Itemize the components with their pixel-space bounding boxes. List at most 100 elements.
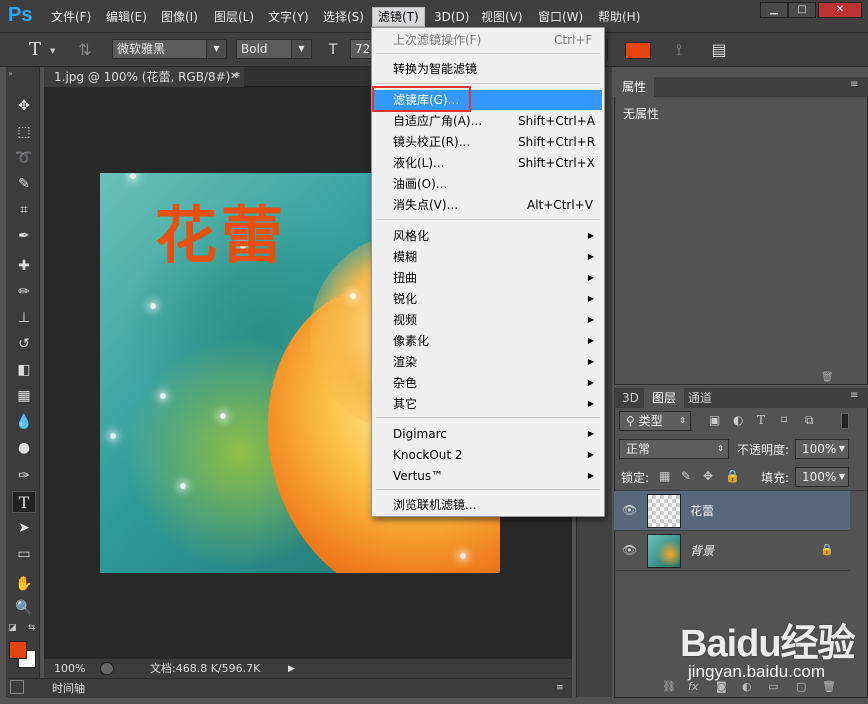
font-family-select[interactable]: 微软雅黑 ▼: [112, 39, 227, 59]
menu-item-oil-paint[interactable]: 油画(O)...: [374, 174, 602, 194]
blur-tool-icon[interactable]: 💧: [12, 411, 36, 433]
layer-row[interactable]: 👁 花蕾: [614, 491, 850, 531]
trash-icon[interactable]: 🗑: [821, 372, 834, 383]
menu-item-stylize[interactable]: 风格化 ▶: [374, 226, 602, 246]
shape-tool-icon[interactable]: ▭: [12, 543, 36, 565]
document-tab[interactable]: 1.jpg @ 100% (花蕾, RGB/8#) * ✕: [44, 67, 244, 87]
panel-menu-icon[interactable]: ≡: [556, 679, 564, 697]
warp-text-icon[interactable]: ⟟: [668, 39, 690, 61]
lock-position-icon[interactable]: ✥: [703, 469, 713, 483]
hand-tool-icon[interactable]: ✋: [12, 573, 36, 595]
menu-filter[interactable]: 滤镜(T): [372, 7, 425, 27]
layer-row[interactable]: 👁 背景 🔒: [614, 531, 850, 571]
menu-item-convert-smart-filter[interactable]: 转换为智能滤镜: [374, 59, 602, 79]
layer-name[interactable]: 背景: [690, 531, 714, 571]
lasso-tool-icon[interactable]: ➰: [12, 147, 36, 169]
menu-type[interactable]: 文字(Y): [263, 8, 314, 26]
filter-shape-icon[interactable]: ⌑: [781, 413, 787, 427]
status-info-icon[interactable]: [100, 662, 114, 675]
font-size-field[interactable]: 72: [350, 39, 372, 59]
menu-item-vertus[interactable]: Vertus™ ▶: [374, 466, 602, 486]
menu-item-distort[interactable]: 扭曲 ▶: [374, 268, 602, 288]
foreground-color-swatch[interactable]: [9, 641, 27, 659]
zoom-level[interactable]: 100%: [54, 660, 85, 678]
lock-pixels-icon[interactable]: ✎: [681, 469, 691, 483]
timeline-icon[interactable]: [10, 680, 24, 694]
type-tool-icon[interactable]: T: [12, 491, 36, 513]
panel-menu-icon[interactable]: ≡: [850, 79, 858, 90]
crop-tool-icon[interactable]: ⌗: [12, 199, 36, 221]
menu-select[interactable]: 选择(S): [318, 8, 369, 26]
eye-icon[interactable]: 👁: [622, 503, 637, 517]
menu-item-vanishing-point[interactable]: 消失点(V)... Alt+Ctrl+V: [374, 195, 602, 215]
character-panel-icon[interactable]: ▤: [708, 39, 730, 61]
tool-preset-chevron-icon[interactable]: ▼: [50, 47, 55, 55]
brush-tool-icon[interactable]: ✏: [12, 281, 36, 303]
pen-tool-icon[interactable]: ✑: [12, 465, 36, 487]
default-colors-icon[interactable]: ◪: [8, 623, 17, 633]
text-color-swatch[interactable]: [625, 42, 651, 59]
panel-menu-icon[interactable]: ≡: [850, 390, 858, 401]
move-tool-icon[interactable]: ✥: [12, 95, 36, 117]
menu-item-adaptive-wide-angle[interactable]: 自适应广角(A)... Shift+Ctrl+A: [374, 111, 602, 131]
menu-item-pixelate[interactable]: 像素化 ▶: [374, 331, 602, 351]
menu-item-liquify[interactable]: 液化(L)... Shift+Ctrl+X: [374, 153, 602, 173]
fill-field[interactable]: 100% ▼: [795, 467, 849, 487]
type-tool-icon[interactable]: T: [24, 39, 46, 61]
menu-item-lens-correction[interactable]: 镜头校正(R)... Shift+Ctrl+R: [374, 132, 602, 152]
eye-icon[interactable]: 👁: [622, 543, 637, 557]
clone-stamp-tool-icon[interactable]: ⊥: [12, 307, 36, 329]
menu-file[interactable]: 文件(F): [46, 8, 96, 26]
maximize-button[interactable]: □: [788, 2, 816, 18]
menu-layer[interactable]: 图层(L): [209, 8, 259, 26]
layer-name[interactable]: 花蕾: [690, 491, 714, 531]
menu-image[interactable]: 图像(I): [156, 8, 203, 26]
menu-item-render[interactable]: 渲染 ▶: [374, 352, 602, 372]
lock-transparent-icon[interactable]: ▦: [659, 469, 670, 483]
healing-brush-tool-icon[interactable]: ✚: [12, 255, 36, 277]
blend-mode-select[interactable]: 正常 ⇕: [619, 439, 729, 459]
menu-help[interactable]: 帮助(H): [593, 8, 645, 26]
marquee-tool-icon[interactable]: ⬚: [12, 121, 36, 143]
menu-view[interactable]: 视图(V): [476, 8, 528, 26]
tab-3d[interactable]: 3D: [614, 388, 647, 408]
filter-adjustment-icon[interactable]: ◐: [733, 413, 743, 427]
font-style-select[interactable]: Bold ▼: [236, 39, 312, 59]
text-orientation-icon[interactable]: ⇅: [74, 39, 96, 61]
collapse-icon[interactable]: »: [8, 69, 13, 78]
minimize-button[interactable]: ▁: [760, 2, 788, 18]
opacity-field[interactable]: 100% ▼: [795, 439, 849, 459]
quick-select-tool-icon[interactable]: ✎: [12, 173, 36, 195]
menu-item-browse-online-filters[interactable]: 浏览联机滤镜...: [374, 495, 602, 515]
menu-item-video[interactable]: 视频 ▶: [374, 310, 602, 330]
tab-channels[interactable]: 通道: [680, 388, 720, 408]
timeline-label[interactable]: 时间轴: [52, 680, 85, 698]
gradient-tool-icon[interactable]: ▦: [12, 385, 36, 407]
layer-filter-select[interactable]: ⚲ 类型 ⇕: [619, 411, 691, 431]
status-menu-arrow-icon[interactable]: ▶: [288, 660, 295, 678]
menu-item-sharpen[interactable]: 锐化 ▶: [374, 289, 602, 309]
tab-layers[interactable]: 图层: [644, 388, 685, 408]
filter-toggle[interactable]: [841, 413, 849, 429]
eraser-tool-icon[interactable]: ◧: [12, 359, 36, 381]
menu-item-other[interactable]: 其它 ▶: [374, 394, 602, 414]
lock-all-icon[interactable]: 🔒: [725, 469, 740, 483]
menu-edit[interactable]: 编辑(E): [101, 8, 152, 26]
tab-properties[interactable]: 属性: [614, 77, 655, 97]
menu-window[interactable]: 窗口(W): [533, 8, 588, 26]
close-tab-icon[interactable]: ✕: [230, 67, 238, 87]
eyedropper-tool-icon[interactable]: ✒: [12, 225, 36, 247]
menu-item-noise[interactable]: 杂色 ▶: [374, 373, 602, 393]
menu-item-knockout[interactable]: KnockOut 2 ▶: [374, 445, 602, 465]
zoom-tool-icon[interactable]: 🔍: [12, 597, 36, 619]
filter-smart-object-icon[interactable]: ⧉: [805, 413, 814, 428]
menu-item-blur[interactable]: 模糊 ▶: [374, 247, 602, 267]
close-button[interactable]: ✕: [818, 2, 862, 18]
filter-type-icon[interactable]: T: [757, 413, 765, 427]
filter-pixel-icon[interactable]: ▣: [709, 413, 720, 427]
history-brush-tool-icon[interactable]: ↺: [12, 333, 36, 355]
dodge-tool-icon[interactable]: ●: [12, 437, 36, 459]
menu-item-digimarc[interactable]: Digimarc ▶: [374, 424, 602, 444]
swap-colors-icon[interactable]: ⇆: [28, 623, 36, 633]
menu-3d[interactable]: 3D(D): [429, 8, 474, 26]
